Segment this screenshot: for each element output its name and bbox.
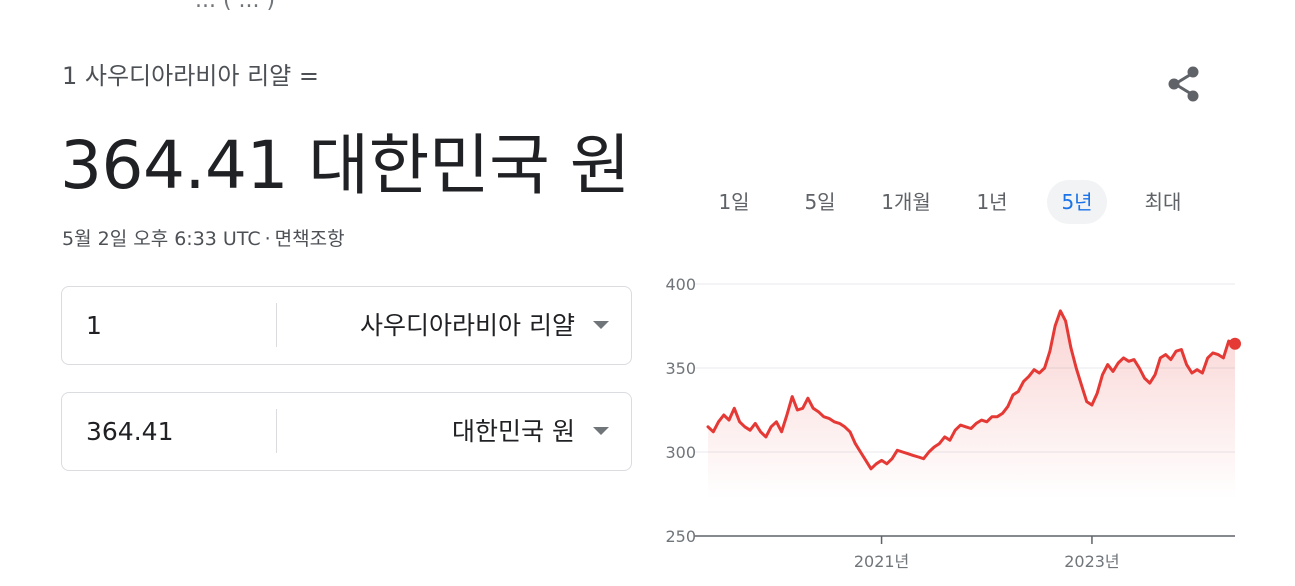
divider [276, 409, 277, 453]
separator: · [264, 228, 271, 250]
y-tick-label: 400 [665, 275, 696, 294]
from-currency-label: 1 사우디아라비아 리얄 = [62, 62, 319, 90]
dropdown-caret-icon [593, 321, 609, 329]
to-currency-name: 대한민국 원 [452, 417, 575, 446]
from-converter-row: 사우디아라비아 리얄 [61, 286, 632, 365]
from-currency-select[interactable]: 사우디아라비아 리얄 [278, 287, 631, 364]
timestamp: 5월 2일 오후 6:33 UTC [62, 228, 261, 250]
y-tick-label: 250 [665, 527, 696, 546]
range-tab-1d[interactable]: 1일 [710, 180, 758, 224]
dropdown-caret-icon [593, 427, 609, 435]
y-tick-label: 350 [665, 359, 696, 378]
range-tab-5y[interactable]: 5년 [1047, 180, 1107, 224]
range-tab-max[interactable]: 최대 [1136, 180, 1190, 224]
chart-svg: 400 350 300 250 2021년 2023년 [665, 275, 1241, 571]
y-tick-label: 300 [665, 443, 696, 462]
cut-off-header-text: ... ( ... ) [195, 0, 276, 13]
to-amount-input[interactable] [86, 393, 266, 470]
divider [276, 303, 277, 347]
from-amount-input[interactable] [86, 287, 266, 364]
range-tab-1m[interactable]: 1개월 [872, 180, 940, 224]
current-value-dot [1229, 337, 1241, 350]
exchange-rate-chart: 400 350 300 250 2021년 2023년 [650, 262, 1250, 582]
converted-result: 364.41 대한민국 원 [60, 127, 631, 204]
area-fill [708, 310, 1235, 500]
timestamp-line: 5월 2일 오후 6:33 UTC · 면책조항 [62, 224, 345, 251]
share-button[interactable] [1160, 62, 1208, 110]
share-icon [1168, 66, 1199, 102]
range-tab-5d[interactable]: 5일 [796, 180, 844, 224]
to-converter-row: 대한민국 원 [61, 392, 632, 471]
x-tick-label: 2021년 [854, 552, 909, 571]
disclaimer-link[interactable]: 면책조항 [275, 228, 345, 250]
time-range-tabs: 1일 5일 1개월 1년 5년 최대 [700, 180, 1220, 224]
from-currency-name: 사우디아라비아 리얄 [360, 311, 575, 340]
to-currency-select[interactable]: 대한민국 원 [278, 393, 631, 470]
x-tick-label: 2023년 [1064, 552, 1119, 571]
range-tab-1y[interactable]: 1년 [968, 180, 1016, 224]
